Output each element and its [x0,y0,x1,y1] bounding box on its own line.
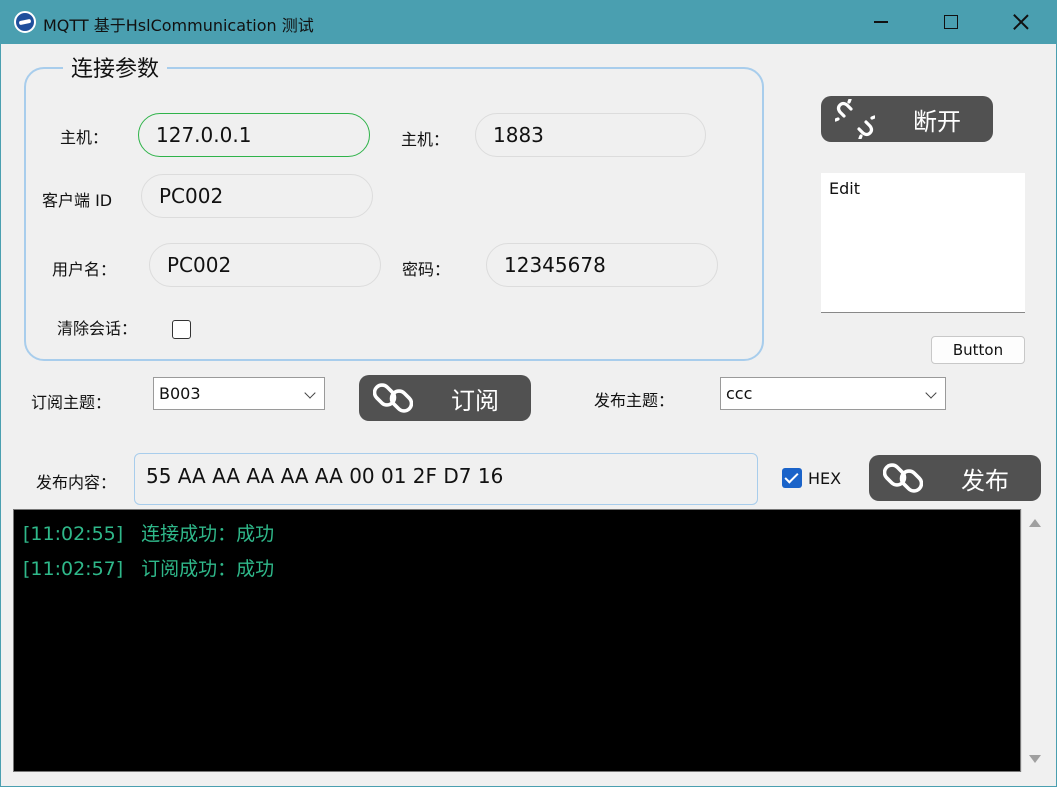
log-output[interactable]: [11:02:55] 连接成功：成功 [11:02:57] 订阅成功：成功 [13,509,1021,772]
client-id-input[interactable]: PC002 [141,174,373,218]
maximize-icon [944,15,958,29]
broken-link-icon [835,99,875,139]
host-label: 主机： [60,128,109,147]
disconnect-label: 断开 [913,107,961,136]
connection-params-title: 连接参数 [63,51,168,83]
hex-label: HEX [808,469,842,488]
log-timestamp: [11:02:55] [23,523,124,545]
subscribe-topic-value: B003 [159,384,201,403]
username-input[interactable]: PC002 [149,243,381,287]
chevron-down-icon [304,387,316,399]
hex-checkbox[interactable] [782,468,802,488]
publish-content-input[interactable]: 55 AA AA AA AA AA 00 01 2F D7 16 [134,453,758,505]
generic-button[interactable]: Button [931,336,1025,364]
app-logo-icon [14,11,36,33]
minimize-icon [874,21,888,23]
publish-topic-combo[interactable]: ccc [720,377,946,410]
port-input[interactable]: 1883 [475,113,706,157]
log-line: [11:02:55] 连接成功：成功 [23,519,274,546]
window-title: MQTT 基于HslCommunication 测试 [43,16,314,35]
subscribe-topic-combo[interactable]: B003 [153,377,325,410]
edit-textbox[interactable]: Edit [821,173,1025,313]
edit-text: Edit [829,179,860,198]
log-scrollbar[interactable] [1021,509,1046,772]
scroll-down-icon[interactable] [1029,755,1041,763]
publish-content-label: 发布内容： [36,473,117,492]
clean-session-label: 清除会话： [57,319,138,338]
disconnect-button[interactable]: 断开 [821,96,993,142]
subscribe-topic-label: 订阅主题： [31,393,112,412]
client-id-label: 客户端 ID [42,191,113,210]
port-label: 主机： [401,130,450,149]
app-window: MQTT 基于HslCommunication 测试 连接参数 主机： 127.… [0,0,1057,787]
close-icon [1012,13,1030,31]
password-input[interactable]: 12345678 [486,243,718,287]
publish-topic-label: 发布主题： [594,391,675,410]
log-timestamp: [11:02:57] [23,558,124,580]
host-input[interactable]: 127.0.0.1 [138,113,370,157]
subscribe-button[interactable]: 订阅 [359,375,531,421]
client-area: 连接参数 主机： 127.0.0.1 主机： 1883 客户端 ID PC002… [1,44,1056,786]
log-message: 连接成功：成功 [141,523,275,545]
publish-label: 发布 [961,466,1009,495]
link-icon [883,463,923,493]
publish-button[interactable]: 发布 [869,455,1041,501]
chevron-down-icon [925,387,937,399]
minimize-button[interactable] [846,0,916,44]
subscribe-label: 订阅 [451,386,499,415]
username-label: 用户名： [52,260,117,279]
maximize-button[interactable] [916,0,986,44]
log-line: [11:02:57] 订阅成功：成功 [23,554,274,581]
clean-session-checkbox[interactable] [172,320,191,339]
publish-topic-value: ccc [726,384,753,403]
title-bar[interactable]: MQTT 基于HslCommunication 测试 [0,0,1057,44]
scroll-up-icon[interactable] [1029,519,1041,527]
log-message: 订阅成功：成功 [141,558,275,580]
close-button[interactable] [986,0,1056,44]
password-label: 密码： [402,260,451,279]
link-icon [373,383,413,413]
